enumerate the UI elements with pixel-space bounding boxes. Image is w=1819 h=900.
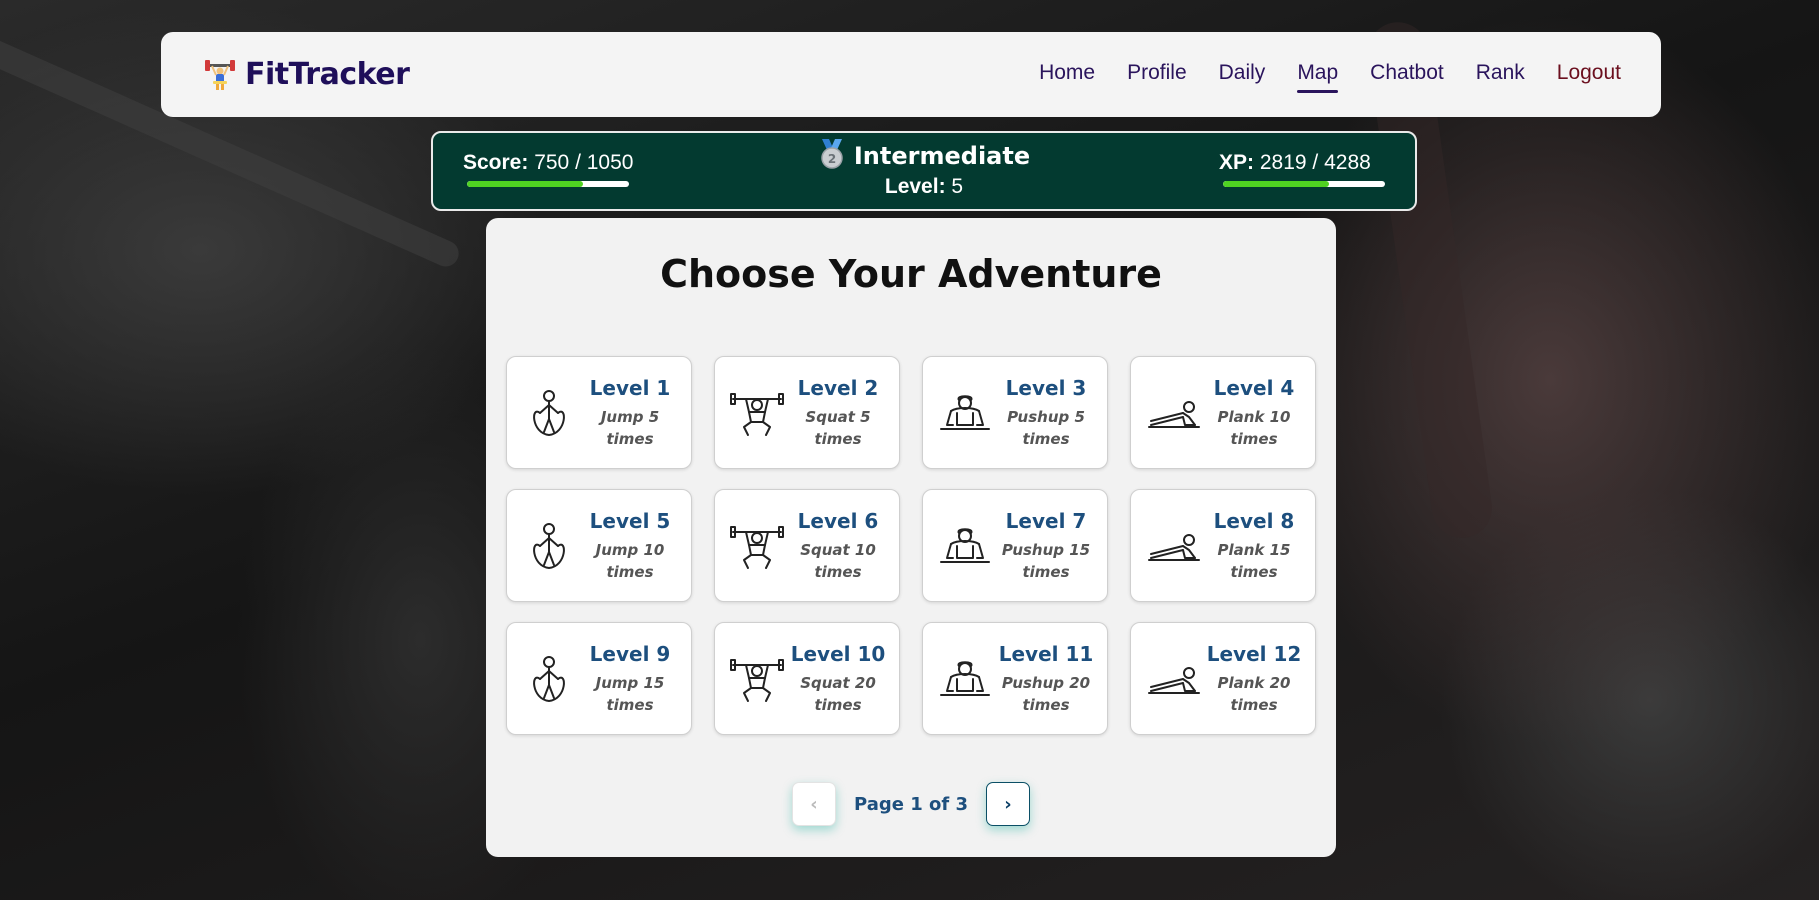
- silver-medal-icon: 2: [818, 139, 846, 173]
- level-card-title: Level 2: [797, 375, 879, 400]
- level-card-task: Jump 15 times: [595, 673, 665, 714]
- nav-home[interactable]: Home: [1039, 61, 1095, 89]
- level-card[interactable]: Level 6 Squat 10 times: [714, 489, 900, 602]
- level-card-title: Level 1: [589, 375, 671, 400]
- level-card[interactable]: Level 8 Plank 15 times: [1130, 489, 1316, 602]
- level-card-task: Pushup 20 times: [1001, 673, 1091, 714]
- page-indicator: Page 1 of 3: [854, 793, 968, 815]
- plank-icon: [1145, 385, 1201, 441]
- weightlifter-logo-icon: [205, 59, 235, 91]
- level-card-title: Level 4: [1213, 375, 1295, 400]
- level-value: 5: [951, 175, 964, 198]
- brand[interactable]: FitTracker: [205, 57, 410, 92]
- nav-daily[interactable]: Daily: [1219, 61, 1266, 89]
- level-card[interactable]: Level 3 Pushup 5 times: [922, 356, 1108, 469]
- level-card-task: Plank 10 times: [1217, 407, 1291, 448]
- level-grid: Level 1 Jump 5 times Level 2 Squat 5 times L…: [506, 356, 1316, 735]
- xp-block: XP: 2819 / 4288: [1219, 151, 1385, 187]
- app-name: FitTracker: [245, 57, 410, 92]
- plank-icon: [1145, 518, 1201, 574]
- pushup-icon: [937, 651, 993, 707]
- pushup-icon: [937, 518, 993, 574]
- jump-rope-icon: [521, 518, 577, 574]
- level-card[interactable]: Level 2 Squat 5 times: [714, 356, 900, 469]
- nav-chatbot[interactable]: Chatbot: [1370, 61, 1444, 89]
- main-nav: Home Profile Daily Map Chatbot Rank Logo…: [1039, 61, 1621, 93]
- level-card-title: Level 12: [1206, 641, 1302, 666]
- adventure-panel: Choose Your Adventure Level 1 Jump 5 time…: [486, 218, 1336, 857]
- player-status-bar: Score: 750 / 1050 2 Intermediate Level: …: [431, 131, 1417, 211]
- jump-rope-icon: [521, 651, 577, 707]
- squat-icon: [729, 518, 785, 574]
- squat-icon: [729, 385, 785, 441]
- level-card-task: Plank 15 times: [1217, 540, 1291, 581]
- level-card[interactable]: Level 4 Plank 10 times: [1130, 356, 1316, 469]
- level-card-task: Pushup 5 times: [1007, 407, 1085, 448]
- level-card[interactable]: Level 1 Jump 5 times: [506, 356, 692, 469]
- rank-title: Intermediate: [853, 142, 1031, 170]
- pagination: ‹ Page 1 of 3 ›: [486, 782, 1336, 826]
- pushup-icon: [937, 385, 993, 441]
- level-card[interactable]: Level 10 Squat 20 times: [714, 622, 900, 735]
- nav-map[interactable]: Map: [1297, 61, 1338, 93]
- level-card[interactable]: Level 12 Plank 20 times: [1130, 622, 1316, 735]
- next-page-button[interactable]: ›: [986, 782, 1030, 826]
- level-card-title: Level 3: [1005, 375, 1087, 400]
- level-card-title: Level 8: [1213, 508, 1295, 533]
- nav-logout[interactable]: Logout: [1557, 61, 1621, 89]
- level-card-task: Plank 20 times: [1217, 673, 1291, 714]
- xp-progress-bar: [1223, 181, 1385, 187]
- xp-label: XP:: [1219, 151, 1255, 174]
- navbar: FitTracker Home Profile Daily Map Chatbo…: [161, 32, 1661, 117]
- level-card-task: Squat 20 times: [800, 673, 876, 714]
- page-title: Choose Your Adventure: [660, 252, 1162, 296]
- level-card-title: Level 11: [998, 641, 1094, 666]
- level-card-task: Pushup 15 times: [1001, 540, 1091, 581]
- level-card-title: Level 6: [797, 508, 879, 533]
- level-card-task: Squat 5 times: [805, 407, 871, 448]
- level-card-title: Level 9: [589, 641, 671, 666]
- level-card[interactable]: Level 5 Jump 10 times: [506, 489, 692, 602]
- level-card-title: Level 7: [1005, 508, 1087, 533]
- level-card[interactable]: Level 9 Jump 15 times: [506, 622, 692, 735]
- nav-profile[interactable]: Profile: [1127, 61, 1187, 89]
- plank-icon: [1145, 651, 1201, 707]
- level-card-task: Squat 10 times: [800, 540, 876, 581]
- level-card-task: Jump 10 times: [595, 540, 665, 581]
- xp-value: 2819 / 4288: [1259, 151, 1371, 174]
- level-card-task: Jump 5 times: [600, 407, 660, 448]
- jump-rope-icon: [521, 385, 577, 441]
- level-card-title: Level 5: [589, 508, 671, 533]
- svg-text:2: 2: [828, 152, 836, 166]
- prev-page-button[interactable]: ‹: [792, 782, 836, 826]
- level-label: Level:: [884, 175, 946, 198]
- level-card[interactable]: Level 11 Pushup 20 times: [922, 622, 1108, 735]
- xp-progress-fill: [1223, 181, 1330, 187]
- nav-rank[interactable]: Rank: [1476, 61, 1525, 89]
- squat-icon: [729, 651, 785, 707]
- level-card-title: Level 10: [790, 641, 886, 666]
- level-card[interactable]: Level 7 Pushup 15 times: [922, 489, 1108, 602]
